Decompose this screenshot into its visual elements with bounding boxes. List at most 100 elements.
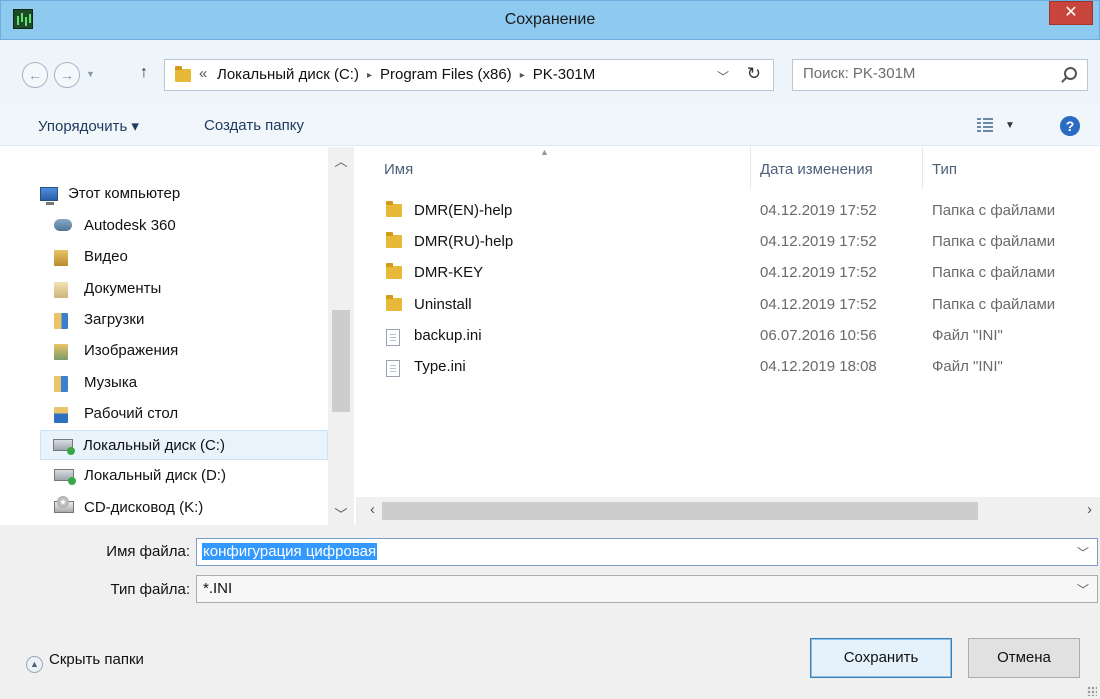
file-row[interactable]: DMR(EN)-help 04.12.2019 17:52 Папка с фа… (376, 196, 1096, 227)
filename-field[interactable]: конфигурация цифровая ﹀ (196, 538, 1098, 566)
sidebar-item-cd-drive[interactable]: CD-дисковод (K:) (50, 493, 328, 523)
pictures-folder-icon (54, 344, 68, 360)
sidebar-item-this-pc[interactable]: Этот компьютер (36, 179, 314, 209)
file-name: backup.ini (414, 327, 482, 344)
search-icon[interactable] (1064, 67, 1077, 80)
downloads-folder-icon (54, 313, 68, 329)
cd-drive-icon (54, 496, 74, 513)
command-bar: Упорядочить ▾ Создать папку ▼ ? (0, 104, 1100, 146)
breadcrumb-item[interactable]: Локальный диск (C:) (217, 66, 359, 83)
navigation-bar: ← → ▼ ↑ « Локальный диск (C:) ▸ Program Fi… (0, 40, 1100, 104)
chevron-down-icon[interactable]: ﹀ (1077, 581, 1089, 598)
view-options-icon[interactable] (977, 118, 993, 132)
breadcrumb-item[interactable]: Program Files (x86) (380, 66, 512, 83)
column-header-type[interactable]: Тип (932, 161, 957, 178)
drive-icon (54, 469, 76, 485)
breadcrumb-separator-icon[interactable]: ▸ (367, 70, 372, 81)
hide-folders-toggle[interactable]: ▲ Скрыть папки (26, 651, 144, 673)
folder-icon (386, 263, 402, 279)
sidebar-item-label: CD-дисковод (K:) (84, 499, 204, 516)
file-date: 04.12.2019 17:52 (760, 233, 877, 250)
scroll-left-icon[interactable]: ‹ (370, 501, 375, 518)
file-row[interactable]: DMR(RU)-help 04.12.2019 17:52 Папка с фа… (376, 227, 1096, 258)
file-type: Папка с файлами (932, 202, 1056, 219)
scroll-up-icon[interactable]: ︿ (328, 151, 354, 170)
sidebar-item-desktop[interactable]: Рабочий стол (50, 399, 328, 429)
title-bar: Сохранение ✕ (0, 0, 1100, 40)
chevron-down-icon[interactable]: ﹀ (1077, 544, 1089, 561)
sidebar-item-label: Видео (84, 248, 128, 265)
resize-grip-icon[interactable] (1087, 686, 1097, 696)
sidebar-item-videos[interactable]: Видео (50, 242, 328, 272)
organize-button[interactable]: Упорядочить ▾ (38, 117, 139, 135)
file-type: Файл "INI" (932, 358, 1003, 375)
sidebar-item-music[interactable]: Музыка (50, 368, 328, 398)
documents-folder-icon (54, 282, 68, 298)
scrollbar-thumb[interactable] (382, 502, 978, 520)
back-arrow-icon[interactable]: ← (22, 62, 48, 88)
sidebar-item-label: Документы (84, 280, 162, 297)
sidebar-item-label: Локальный диск (C:) (83, 437, 225, 454)
help-icon[interactable]: ? (1060, 116, 1080, 136)
file-row[interactable]: Uninstall 04.12.2019 17:52 Папка с файла… (376, 290, 1096, 321)
save-button[interactable]: Сохранить (810, 638, 952, 678)
file-row[interactable]: backup.ini 06.07.2016 10:56 Файл "INI" (376, 321, 1096, 352)
scroll-down-icon[interactable]: ﹀ (328, 504, 354, 523)
address-bar[interactable]: « Локальный диск (C:) ▸ Program Files (x86… (164, 59, 774, 91)
file-date: 06.07.2016 10:56 (760, 327, 877, 344)
search-input[interactable] (803, 65, 1043, 82)
column-header-date[interactable]: Дата изменения (760, 161, 873, 178)
file-date: 04.12.2019 18:08 (760, 358, 877, 375)
chevron-up-icon: ▲ (26, 656, 43, 673)
file-icon (386, 360, 400, 377)
column-divider[interactable] (750, 147, 751, 189)
scrollbar-thumb[interactable] (332, 310, 350, 412)
filetype-select[interactable]: *.INI ﹀ (196, 575, 1098, 603)
file-list-scrollbar[interactable]: ‹ › (356, 497, 1100, 525)
file-icon (386, 329, 400, 346)
new-folder-button[interactable]: Создать папку (204, 117, 304, 134)
file-type: Папка с файлами (932, 233, 1056, 250)
filename-value[interactable]: конфигурация цифровая (202, 543, 378, 560)
sidebar-item-autodesk-360[interactable]: Autodesk 360 (50, 211, 328, 241)
filename-label: Имя файла: (106, 543, 190, 560)
sidebar-item-drive-d[interactable]: Локальный диск (D:) (50, 461, 328, 491)
overflow-chevron-icon[interactable]: « (199, 65, 207, 82)
view-options-chevron-icon[interactable]: ▼ (1005, 120, 1015, 131)
column-divider[interactable] (922, 147, 923, 189)
file-date: 04.12.2019 17:52 (760, 296, 877, 313)
file-date: 04.12.2019 17:52 (760, 202, 877, 219)
close-button[interactable]: ✕ (1049, 1, 1093, 25)
refresh-icon[interactable]: ↻ (747, 64, 761, 84)
sidebar-item-documents[interactable]: Документы (50, 274, 328, 304)
recent-locations-chevron-icon[interactable]: ▼ (86, 69, 95, 79)
search-box[interactable] (792, 59, 1088, 91)
sidebar-item-downloads[interactable]: Загрузки (50, 305, 328, 335)
sidebar-item-label: Локальный диск (D:) (84, 467, 226, 484)
hide-folders-label: Скрыть папки (49, 651, 144, 668)
forward-arrow-icon[interactable]: → (54, 62, 80, 88)
computer-icon (40, 187, 58, 205)
breadcrumb-separator-icon[interactable]: ▸ (520, 70, 525, 81)
sidebar-item-pictures[interactable]: Изображения (50, 336, 328, 366)
sidebar-item-label: Рабочий стол (84, 405, 179, 422)
sidebar-item-drive-c[interactable]: Локальный диск (C:) (40, 430, 328, 460)
breadcrumb: Локальный диск (C:) ▸ Program Files (x86) ▸… (217, 66, 595, 83)
scroll-right-icon[interactable]: › (1087, 501, 1092, 518)
folder-icon (386, 295, 402, 311)
file-row[interactable]: DMR-KEY 04.12.2019 17:52 Папка с файлами (376, 258, 1096, 289)
file-date: 04.12.2019 17:52 (760, 264, 877, 281)
file-type: Папка с файлами (932, 264, 1056, 281)
navigation-pane-scrollbar[interactable]: ︿ ﹀ (328, 147, 354, 525)
window-title: Сохранение (504, 11, 596, 28)
filetype-label: Тип файла: (110, 581, 191, 598)
file-name: DMR-KEY (414, 264, 484, 281)
file-row[interactable]: Type.ini 04.12.2019 18:08 Файл "INI" (376, 352, 1096, 383)
sidebar-item-label: Загрузки (84, 311, 145, 328)
address-dropdown-chevron-icon[interactable]: ﹀ (717, 68, 729, 85)
cancel-button[interactable]: Отмена (968, 638, 1080, 678)
up-arrow-icon[interactable]: ↑ (140, 64, 148, 82)
file-list: ▲ Имя Дата изменения Тип DMR(EN)-help 04… (356, 147, 1100, 497)
breadcrumb-item[interactable]: PK-301M (533, 66, 596, 83)
column-header-name[interactable]: Имя (384, 161, 413, 178)
